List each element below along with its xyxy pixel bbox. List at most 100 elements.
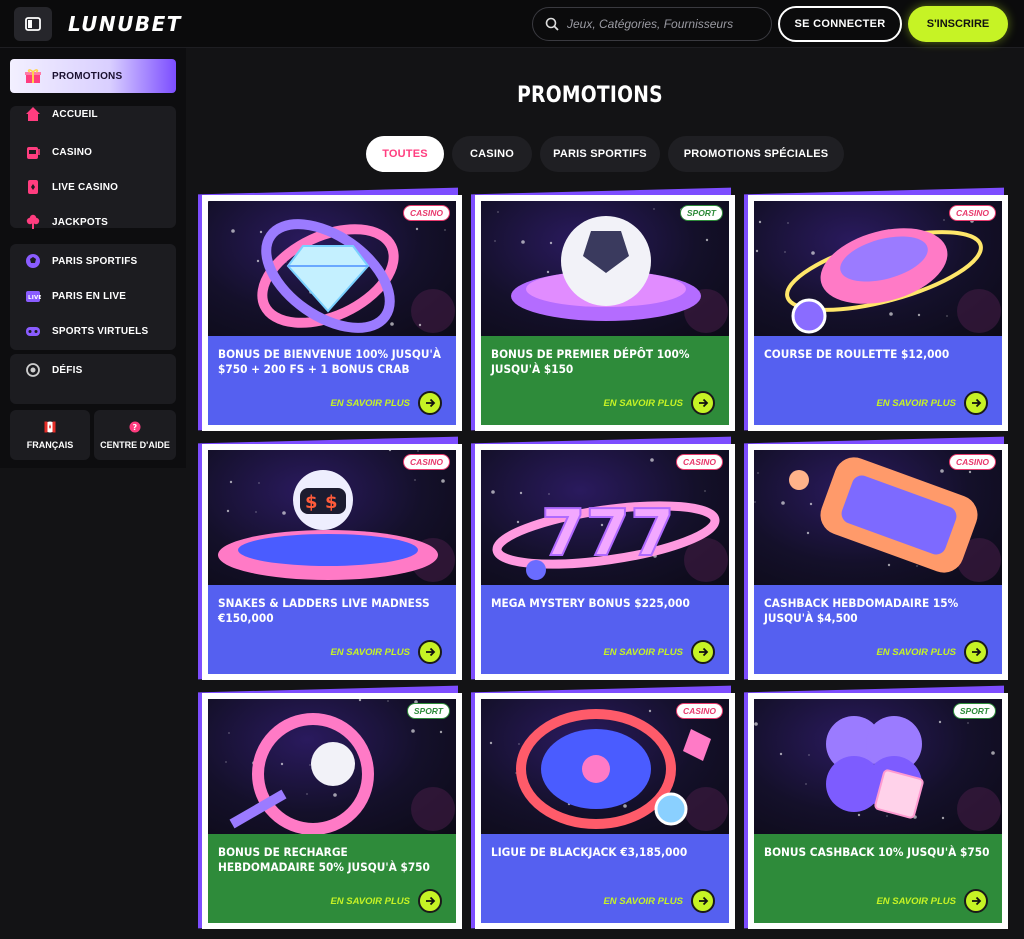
sidebar-toggle-icon bbox=[25, 17, 41, 31]
learn-more-link[interactable]: EN SAVOIR PLUS bbox=[876, 889, 988, 913]
tab-casino[interactable]: CASINO bbox=[452, 136, 532, 172]
clover-icon bbox=[24, 213, 42, 231]
arrow-right-icon[interactable] bbox=[418, 391, 442, 415]
promotion-info: BONUS DE PREMIER DÉPÔT 100% JUSQU'À $150… bbox=[481, 336, 729, 425]
help-center-link[interactable]: ? CENTRE D'AIDE bbox=[94, 410, 176, 460]
promotion-title: BONUS DE BIENVENUE 100% JUSQU'À $750 + 2… bbox=[218, 347, 441, 376]
learn-more-link[interactable]: EN SAVOIR PLUS bbox=[330, 640, 442, 664]
learn-more-label: EN SAVOIR PLUS bbox=[603, 646, 683, 658]
sidebar-item-casino[interactable]: CASINO bbox=[10, 136, 176, 168]
learn-more-link[interactable]: EN SAVOIR PLUS bbox=[603, 889, 715, 913]
top-header: LUNUBET SE CONNECTER S'INSCRIRE bbox=[0, 0, 1024, 48]
tab-sports-betting[interactable]: PARIS SPORTIFS bbox=[540, 136, 660, 172]
language-selector[interactable]: FRANÇAIS bbox=[10, 410, 90, 460]
card-icon bbox=[24, 178, 42, 196]
learn-more-link[interactable]: EN SAVOIR PLUS bbox=[330, 391, 442, 415]
learn-more-link[interactable]: EN SAVOIR PLUS bbox=[876, 640, 988, 664]
promotion-illustration bbox=[754, 716, 1001, 831]
sidebar-item-label: LIVE CASINO bbox=[52, 181, 119, 193]
sidebar-toggle-button[interactable] bbox=[14, 7, 52, 41]
promotion-title: BONUS DE RECHARGE HEBDOMADAIRE 50% JUSQU… bbox=[218, 845, 430, 874]
sidebar-item-live-casino[interactable]: LIVE CASINO bbox=[10, 171, 176, 203]
tab-all[interactable]: TOUTES bbox=[366, 136, 444, 172]
learn-more-label: EN SAVOIR PLUS bbox=[330, 646, 410, 658]
sidebar-item-home[interactable]: ACCUEIL bbox=[10, 98, 176, 130]
promotion-card[interactable]: 777 CASINO MEGA MYSTERY BONUS $225,000 E… bbox=[475, 444, 735, 680]
sidebar-item-live-betting[interactable]: LIVE PARIS EN LIVE bbox=[10, 280, 176, 312]
promotion-illustration bbox=[494, 208, 728, 333]
learn-more-link[interactable]: EN SAVOIR PLUS bbox=[876, 391, 988, 415]
slot-machine-icon bbox=[24, 143, 42, 161]
category-badge: CASINO bbox=[948, 205, 996, 221]
medal-icon bbox=[24, 361, 42, 379]
football-icon bbox=[24, 252, 42, 270]
arrow-right-icon[interactable] bbox=[418, 640, 442, 664]
arrow-right-icon[interactable] bbox=[964, 391, 988, 415]
promotion-title: LIGUE DE BLACKJACK €3,185,000 bbox=[491, 845, 688, 859]
sidebar-item-sports-betting[interactable]: PARIS SPORTIFS bbox=[10, 245, 176, 277]
promotion-illustration bbox=[754, 457, 1001, 582]
gamepad-icon bbox=[24, 322, 42, 340]
home-icon bbox=[24, 105, 42, 123]
sidebar-item-label: DÉFIS bbox=[52, 364, 83, 376]
learn-more-link[interactable]: EN SAVOIR PLUS bbox=[330, 889, 442, 913]
arrow-right-icon[interactable] bbox=[964, 889, 988, 913]
search-icon bbox=[545, 17, 559, 31]
svg-text:$: $ bbox=[325, 492, 338, 513]
arrow-right-icon[interactable] bbox=[691, 640, 715, 664]
signup-button[interactable]: S'INSCRIRE bbox=[908, 6, 1008, 42]
promotion-card[interactable]: CASINO CASHBACK HEBDOMADAIRE 15% JUSQU'À… bbox=[748, 444, 1008, 680]
gift-icon bbox=[24, 67, 42, 85]
sidebar-item-label: JACKPOTS bbox=[52, 216, 109, 228]
promotion-image: 777 CASINO bbox=[481, 450, 729, 585]
promotion-image: CASINO bbox=[208, 201, 456, 336]
promotion-card[interactable]: $ $ CASINO SNAKES & LADDERS LIVE MADNESS … bbox=[202, 444, 462, 680]
sidebar-item-label: SPORTS VIRTUELS bbox=[52, 325, 149, 337]
category-badge: CASINO bbox=[948, 454, 996, 470]
language-label: FRANÇAIS bbox=[26, 439, 74, 450]
promotion-info: LIGUE DE BLACKJACK €3,185,000 EN SAVOIR … bbox=[481, 834, 729, 923]
promotion-card[interactable]: CASINO COURSE DE ROULETTE $12,000 EN SAV… bbox=[748, 195, 1008, 431]
live-tv-icon: LIVE bbox=[24, 287, 42, 305]
arrow-right-icon[interactable] bbox=[691, 391, 715, 415]
promotion-card[interactable]: SPORT BONUS CASHBACK 10% JUSQU'À $750 EN… bbox=[748, 693, 1008, 929]
sidebar-item-label: PARIS EN LIVE bbox=[52, 290, 127, 302]
learn-more-label: EN SAVOIR PLUS bbox=[876, 397, 956, 409]
sidebar-item-jackpots[interactable]: JACKPOTS bbox=[10, 206, 176, 238]
promotion-card[interactable]: SPORT BONUS DE RECHARGE HEBDOMADAIRE 50%… bbox=[202, 693, 462, 929]
promotion-title: CASHBACK HEBDOMADAIRE 15% JUSQU'À $4,500 bbox=[764, 596, 959, 625]
promotion-info: BONUS CASHBACK 10% JUSQU'À $750 EN SAVOI… bbox=[754, 834, 1002, 923]
sidebar-item-virtual-sports[interactable]: SPORTS VIRTUELS bbox=[10, 315, 176, 347]
learn-more-link[interactable]: EN SAVOIR PLUS bbox=[603, 640, 715, 664]
learn-more-label: EN SAVOIR PLUS bbox=[603, 397, 683, 409]
promotion-illustration: 777 bbox=[491, 458, 728, 582]
arrow-right-icon[interactable] bbox=[691, 889, 715, 913]
search-box[interactable] bbox=[532, 7, 772, 41]
learn-more-link[interactable]: EN SAVOIR PLUS bbox=[603, 391, 715, 415]
promotion-info: BONUS DE BIENVENUE 100% JUSQU'À $750 + 2… bbox=[208, 336, 456, 425]
category-badge: CASINO bbox=[675, 703, 723, 719]
promotion-info: COURSE DE ROULETTE $12,000 EN SAVOIR PLU… bbox=[754, 336, 1002, 425]
site-logo[interactable]: LUNUBET bbox=[68, 12, 182, 36]
arrow-right-icon[interactable] bbox=[964, 640, 988, 664]
promotion-card[interactable]: SPORT BONUS DE PREMIER DÉPÔT 100% JUSQU'… bbox=[475, 195, 735, 431]
canada-flag-icon bbox=[44, 421, 56, 435]
tab-special-promotions[interactable]: PROMOTIONS SPÉCIALES bbox=[668, 136, 844, 172]
promotion-image: CASINO bbox=[754, 450, 1002, 585]
promotion-card[interactable]: CASINO BONUS DE BIENVENUE 100% JUSQU'À $… bbox=[202, 195, 462, 431]
promotion-info: BONUS DE RECHARGE HEBDOMADAIRE 50% JUSQU… bbox=[208, 834, 456, 923]
arrow-right-icon[interactable] bbox=[418, 889, 442, 913]
promotion-illustration bbox=[208, 201, 455, 333]
login-button[interactable]: SE CONNECTER bbox=[778, 6, 902, 42]
search-input[interactable] bbox=[567, 17, 757, 31]
sidebar-item-promotions[interactable]: PROMOTIONS bbox=[10, 59, 176, 93]
help-icon: ? bbox=[129, 421, 141, 435]
category-badge: SPORT bbox=[679, 205, 723, 221]
promotion-title: COURSE DE ROULETTE $12,000 bbox=[764, 347, 950, 361]
promotion-card[interactable]: CASINO LIGUE DE BLACKJACK €3,185,000 EN … bbox=[475, 693, 735, 929]
promotion-illustration bbox=[755, 219, 1001, 334]
promotion-image: CASINO bbox=[754, 201, 1002, 336]
learn-more-label: EN SAVOIR PLUS bbox=[876, 895, 956, 907]
promotion-info: SNAKES & LADDERS LIVE MADNESS €150,000 E… bbox=[208, 585, 456, 674]
sidebar-item-challenges[interactable]: DÉFIS bbox=[10, 354, 176, 386]
